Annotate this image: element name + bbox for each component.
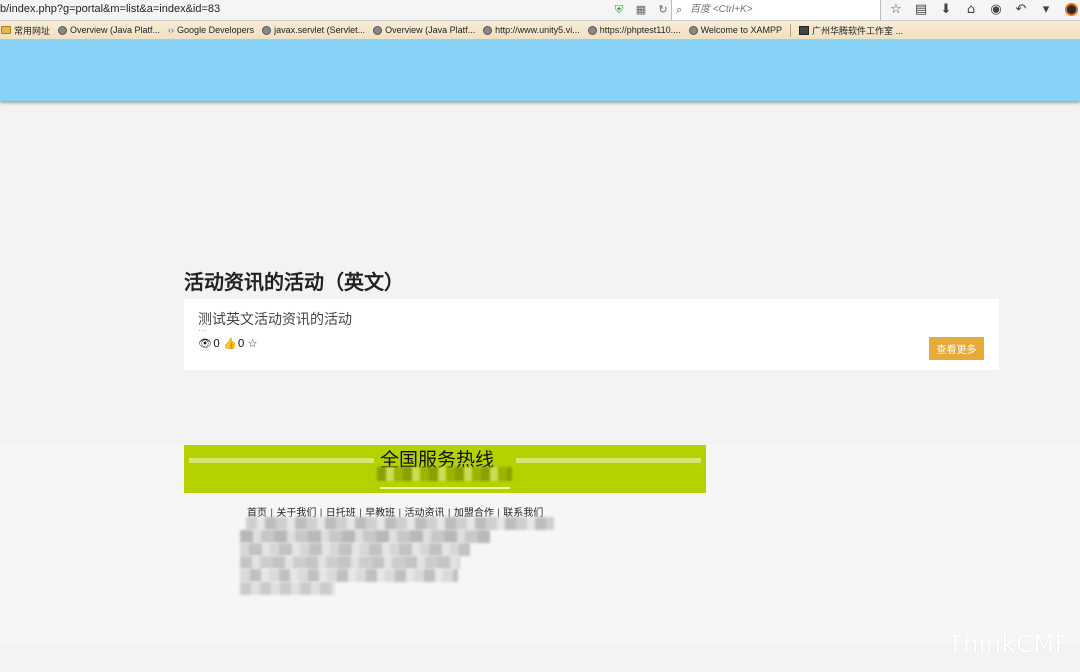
thumbs-up-icon[interactable]: 👍	[223, 337, 237, 350]
article-card: 测试英文活动资讯的活动 ... 👁 0 👍 0 ☆ 查看更多	[184, 299, 999, 370]
code-icon: ‹›	[168, 25, 175, 35]
like-count: 0	[237, 337, 245, 350]
hotline-divider-right	[516, 458, 701, 463]
globe-icon	[587, 25, 597, 35]
site-icon	[798, 25, 809, 35]
bookmark-label: 广州华腾软件工作室 ...	[811, 25, 903, 36]
account-avatar[interactable]	[1063, 2, 1079, 18]
star-icon[interactable]: ☆	[248, 337, 258, 350]
hotline-banner: 全国服务热线	[184, 445, 706, 493]
page-title: 活动资讯的活动（英文）	[184, 270, 404, 294]
bookmark-item[interactable]: ‹› Google Developers	[168, 25, 254, 35]
globe-icon	[483, 25, 493, 35]
bookmark-item[interactable]: Welcome to XAMPP	[688, 25, 782, 35]
download-icon[interactable]: ⬇	[938, 2, 954, 18]
bookmark-label: Welcome to XAMPP	[700, 25, 782, 35]
bookmark-item[interactable]: https://phptest110....	[587, 25, 681, 35]
site-header	[0, 40, 1080, 101]
bookmark-item[interactable]: http://www.unity5.vi...	[483, 25, 580, 35]
bookmarks-bar: 常用网址 Overview (Java Platf... ‹› Google De…	[0, 21, 1080, 40]
browser-toolbar: ☆ ▤ ⬇ ⌂ ◉ ↶ ▾	[888, 2, 1079, 18]
reading-list-icon[interactable]: ▤	[913, 2, 929, 18]
avatar-icon	[1064, 3, 1078, 16]
bookmark-label: Overview (Java Platf...	[70, 25, 161, 35]
qr-code-icon[interactable]: ▦	[634, 3, 648, 17]
bookmark-item[interactable]: Overview (Java Platf...	[58, 25, 160, 35]
redacted-row	[246, 517, 554, 530]
hotline-divider-left	[189, 458, 374, 463]
chat-icon[interactable]: ◉	[988, 2, 1004, 18]
search-input[interactable]	[690, 2, 870, 17]
article-excerpt: ...	[198, 324, 207, 334]
hotline-number-redacted	[377, 467, 512, 481]
redacted-row	[240, 569, 458, 582]
bookmark-label: 常用网址	[14, 25, 51, 36]
hotline-underline	[380, 487, 510, 489]
bookmark-item[interactable]: 常用网址	[1, 24, 50, 37]
view-count: 0	[212, 337, 220, 350]
redacted-row	[240, 582, 335, 595]
redacted-row	[240, 556, 460, 569]
globe-icon	[688, 25, 698, 35]
view-more-button[interactable]: 查看更多	[929, 337, 984, 360]
bookmark-label: https://phptest110....	[599, 25, 681, 35]
bookmark-item[interactable]: 广州华腾软件工作室 ...	[798, 24, 903, 37]
footer-info-redacted	[240, 517, 554, 595]
bookmark-item[interactable]: Overview (Java Platf...	[373, 25, 475, 35]
url-text[interactable]: b/index.php?g=portal&m=list&a=index&id=8…	[0, 3, 220, 15]
bookmark-star-icon[interactable]: ☆	[888, 2, 904, 18]
url-bar-icons: ⛨ ▦ ↻	[612, 3, 670, 17]
bookmark-label: http://www.unity5.vi...	[495, 25, 580, 35]
bookmark-separator	[789, 23, 791, 37]
shield-icon[interactable]: ⛨	[612, 3, 626, 17]
reload-icon[interactable]: ↻	[656, 3, 670, 17]
article-title[interactable]: 测试英文活动资讯的活动	[198, 309, 352, 329]
bookmark-label: javax.servlet (Servlet...	[274, 25, 366, 35]
bookmark-item[interactable]: javax.servlet (Servlet...	[262, 25, 365, 35]
search-icon: ⌕	[676, 3, 683, 16]
bookmark-label: Overview (Java Platf...	[385, 25, 476, 35]
home-icon[interactable]: ⌂	[963, 2, 979, 18]
globe-icon	[262, 25, 272, 35]
search-box[interactable]: ⌕	[671, 0, 881, 20]
menu-arrow-icon[interactable]: ▾	[1038, 2, 1054, 18]
redacted-row	[240, 530, 490, 543]
globe-icon	[58, 25, 68, 35]
globe-icon	[373, 25, 383, 35]
thinkcmf-watermark: ThinkCMF	[948, 630, 1069, 658]
redacted-row	[240, 543, 470, 556]
eye-icon: 👁	[198, 337, 212, 350]
folder-icon	[1, 26, 11, 34]
article-stats: 👁 0 👍 0 ☆	[198, 337, 259, 350]
bookmark-label: Google Developers	[177, 25, 255, 35]
undo-icon[interactable]: ↶	[1013, 2, 1029, 18]
